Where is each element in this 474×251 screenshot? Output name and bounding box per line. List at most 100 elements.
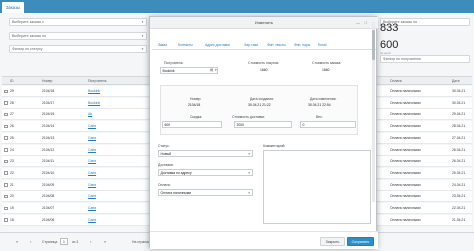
first-page-button[interactable]: «	[16, 239, 18, 244]
filter-date-from[interactable]: Выберите заказы с ▼	[9, 18, 147, 26]
status-select[interactable]: Новый ▾	[158, 150, 253, 157]
cell-payment: Оплата наличными	[390, 159, 421, 164]
comment-textarea[interactable]	[263, 150, 371, 224]
cell-recipient-link[interactable]: Саня	[88, 203, 96, 214]
row-checkbox[interactable]	[4, 124, 8, 129]
changed-value: 30.04.21 22:54	[308, 103, 331, 107]
row-checkbox[interactable]	[4, 194, 8, 199]
filter-date-to[interactable]: Выберите заказы по ▼	[9, 32, 147, 40]
tab-email[interactable]: Email	[318, 41, 326, 49]
weight-field[interactable]: 0	[300, 121, 356, 128]
th-number[interactable]: Номер	[42, 77, 52, 86]
row-checkbox[interactable]	[4, 148, 8, 152]
tabs-divider	[152, 49, 376, 50]
filter-date-to-placeholder: Выберите заказы по	[12, 34, 47, 38]
cell-recipient-link[interactable]: Саня	[88, 145, 96, 156]
save-button[interactable]: Сохранить	[347, 236, 374, 246]
chevron-down-icon: ▼	[141, 20, 144, 24]
cell-number: 2104/18	[42, 89, 55, 93]
cell-id: 22	[10, 170, 14, 175]
prev-page-button[interactable]: ‹	[30, 239, 31, 244]
top-bar	[0, 0, 474, 13]
row-checkbox[interactable]	[4, 89, 8, 93]
calendar-icon[interactable]: ▤	[210, 68, 213, 72]
cell-payment: Оплата наличными	[390, 217, 421, 222]
row-checkbox[interactable]	[4, 206, 8, 210]
th-recipient[interactable]: Получатель	[88, 77, 107, 86]
next-page-button[interactable]: ›	[90, 239, 91, 244]
cell-number: 2104/14	[42, 124, 55, 129]
cell-id: 28	[10, 100, 14, 105]
row-checkbox[interactable]	[4, 171, 8, 175]
cell-number: 2104/10	[42, 170, 55, 175]
cell-recipient-link[interactable]: Bookink	[88, 86, 100, 97]
cell-recipient-link[interactable]: Ab	[88, 109, 92, 120]
filter-status[interactable]: Фильтр по статусу ▼	[9, 45, 147, 53]
delivery-select[interactable]: Доставка по адресу ▾	[158, 169, 253, 176]
cell-date: 23.04.21	[452, 194, 466, 199]
created-value: 30.04.21 21:22	[248, 103, 271, 107]
chevron-down-icon[interactable]: ▾	[215, 68, 217, 72]
cell-payment: Оплата наличными	[390, 135, 421, 140]
cell-recipient-link[interactable]: Саня	[88, 191, 96, 202]
filter-date-from-placeholder: Выберите заказы с	[12, 20, 44, 24]
cell-recipient-link[interactable]: Саня	[88, 215, 96, 226]
dialog-title-bar[interactable]: Изменить — □ ×	[150, 17, 378, 29]
cell-date: 29.04.21	[452, 112, 466, 117]
cell-payment: Оплата наличными	[390, 194, 421, 199]
cell-id: 27	[10, 112, 14, 117]
discount-field[interactable]: 600	[162, 121, 222, 128]
delivery-cost-label: Стоимость доставки:	[232, 115, 265, 119]
row-checkbox[interactable]	[4, 136, 8, 140]
delivery-cost-value: 2000	[236, 123, 245, 127]
th-payment[interactable]: Оплата	[390, 77, 402, 86]
payment-select[interactable]: Оплата наличными ▾	[158, 189, 253, 196]
row-checkbox[interactable]	[4, 159, 8, 164]
discount-label: Скидка:	[190, 115, 203, 119]
cell-recipient-link[interactable]: Саня	[88, 121, 96, 132]
order-cost-value: 1660	[322, 68, 330, 72]
close-button[interactable]: Закрыть	[320, 236, 345, 246]
cell-date: 21.04.21	[452, 217, 466, 222]
cell-payment: Оплата наличными	[390, 206, 421, 210]
order-cost-label: Стоимость заказа:	[312, 61, 342, 65]
cell-recipient-link[interactable]: Саня	[88, 133, 96, 144]
tab-contacts[interactable]: Контакты	[178, 41, 193, 49]
filter-recipient[interactable]: Фильтр по получателю	[380, 55, 470, 63]
row-checkbox[interactable]	[4, 218, 8, 222]
tab-fin-texts[interactable]: Фин. тексты	[267, 41, 286, 49]
maximize-icon[interactable]: □	[365, 17, 367, 29]
minimize-icon[interactable]: —	[356, 17, 360, 29]
recipient-label: Получатель:	[164, 61, 184, 65]
row-checkbox[interactable]	[4, 112, 8, 117]
cell-payment: Оплата наличными	[390, 182, 421, 187]
cell-number: 2104/09	[42, 182, 55, 187]
th-date[interactable]: Дата	[452, 77, 460, 86]
cell-id: 21	[10, 182, 14, 187]
status-label: Статус:	[158, 144, 170, 148]
th-id[interactable]: ID	[10, 77, 13, 86]
dialog-scrollbar-thumb[interactable]	[372, 30, 375, 60]
tab-fin-pairs[interactable]: Фин. пары	[294, 41, 310, 49]
cell-date: 25.04.21	[452, 170, 466, 175]
cell-id: 24	[10, 147, 14, 152]
recipient-value: Bookink	[162, 69, 175, 73]
cell-recipient-link[interactable]: Саня	[88, 156, 96, 167]
cell-recipient-link[interactable]: Саня	[88, 168, 96, 179]
row-checkbox[interactable]	[4, 101, 8, 105]
cell-number: 2104/08	[42, 194, 55, 199]
page-input[interactable]: 1	[60, 238, 68, 245]
cell-number: 2104/07	[42, 206, 55, 210]
discount-value: 600	[164, 123, 171, 127]
cell-recipient-link[interactable]: Bookink	[88, 98, 100, 109]
row-checkbox[interactable]	[4, 183, 8, 187]
tab-delivery-address[interactable]: Адрес доставки	[205, 41, 230, 49]
delivery-cost-field[interactable]: 2000	[234, 121, 292, 128]
last-page-button[interactable]: »	[104, 239, 106, 244]
tab-characteristics[interactable]: Хар-тики	[244, 41, 258, 49]
tab-orders[interactable]: Заказы	[2, 2, 24, 13]
cell-id: 23	[10, 159, 14, 164]
cell-date: 24.04.21	[452, 182, 466, 187]
chevron-down-icon: ▾	[248, 191, 250, 195]
cell-recipient-link[interactable]: Саня	[88, 180, 96, 191]
